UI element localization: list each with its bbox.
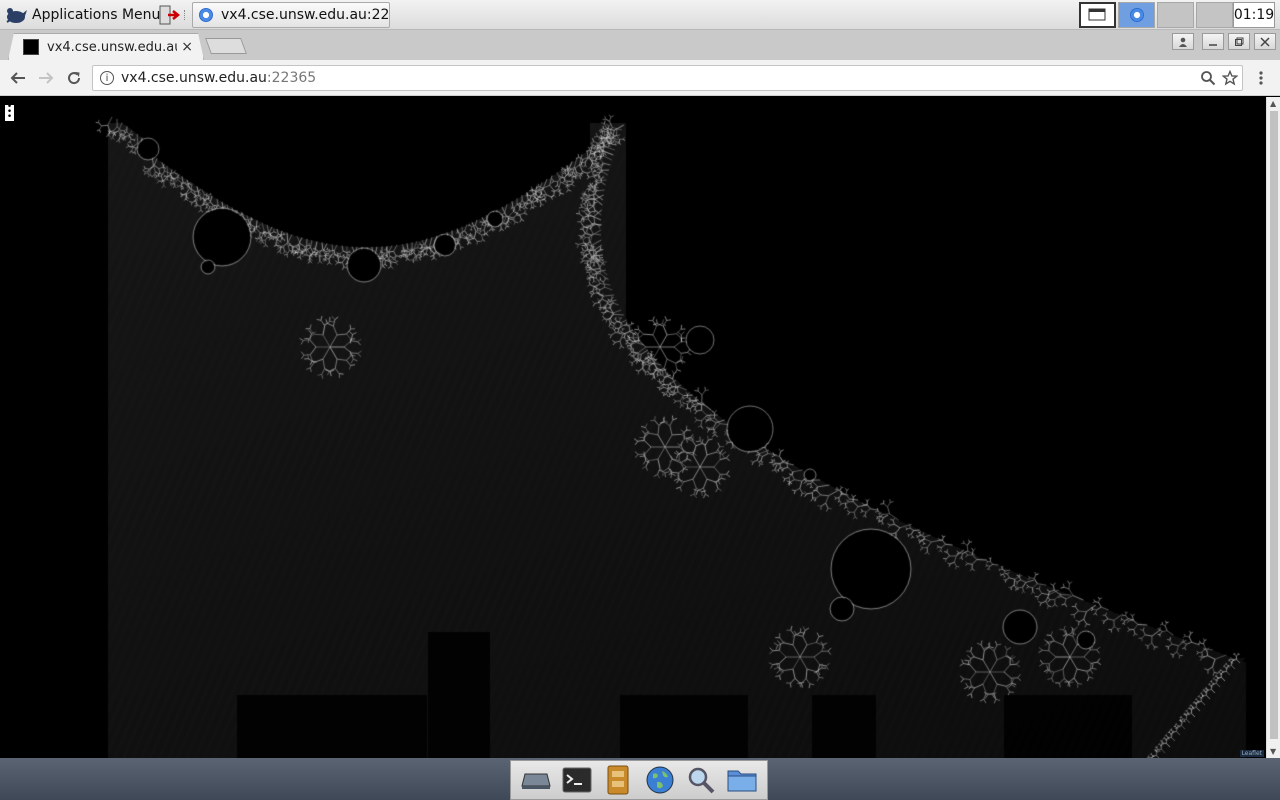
scroll-up-icon[interactable]: ▲: [1270, 99, 1276, 108]
page-viewport[interactable]: • • • Leaflet: [0, 97, 1266, 758]
mandelbrot-map-canvas[interactable]: [0, 97, 1266, 758]
tab-active[interactable]: vx4.cse.unsw.edu.au ×: [8, 33, 204, 60]
search-icon[interactable]: [685, 764, 717, 796]
panel-separator: [184, 10, 186, 20]
show-desktop-icon[interactable]: [520, 764, 552, 796]
bottom-panel: [0, 758, 1280, 800]
workspace-2[interactable]: [1118, 2, 1155, 28]
folder-icon[interactable]: [726, 764, 758, 796]
logout-icon[interactable]: [158, 5, 180, 25]
reload-button[interactable]: [63, 67, 85, 89]
minimize-window-button[interactable]: [1202, 33, 1224, 50]
web-browser-icon[interactable]: [644, 764, 676, 796]
new-tab-button[interactable]: [205, 38, 247, 54]
zoom-icon[interactable]: [1200, 70, 1216, 86]
address-bar[interactable]: i vx4.cse.unsw.edu.au:22365: [92, 65, 1243, 91]
workspace-pager: [1079, 2, 1233, 28]
browser-tab-strip: vx4.cse.unsw.edu.au ×: [0, 30, 1280, 60]
applications-menu-label: Applications Menu: [32, 7, 161, 23]
xfce-mouse-icon: [6, 8, 27, 23]
top-panel: Applications Menu vx4.cse.unsw.edu.au:22…: [0, 0, 1280, 30]
launcher-dock: [510, 760, 768, 800]
scroll-down-icon[interactable]: ▼: [1270, 747, 1276, 756]
site-info-icon[interactable]: i: [100, 71, 114, 85]
map-menu-toggle[interactable]: • • •: [5, 103, 14, 122]
reload-icon: [68, 72, 81, 85]
chrome-menu-icon[interactable]: [1255, 70, 1267, 86]
maximize-window-button[interactable]: [1228, 33, 1250, 50]
applications-menu-button[interactable]: Applications Menu: [2, 2, 166, 28]
taskbar-window-title: vx4.cse.unsw.edu.au:22...: [221, 7, 390, 23]
chrome-icon: [199, 8, 213, 22]
tab-favicon-icon: [23, 39, 39, 55]
back-arrow-icon: [10, 72, 25, 84]
back-button[interactable]: [7, 67, 29, 89]
browser-toolbar: i vx4.cse.unsw.edu.au:22365: [0, 60, 1280, 96]
workspace-1[interactable]: [1079, 2, 1116, 28]
url-port: :22365: [266, 70, 317, 86]
chrome-icon: [1129, 8, 1144, 22]
file-manager-icon[interactable]: [602, 764, 634, 796]
close-window-button[interactable]: [1254, 33, 1276, 50]
taskbar-window-button[interactable]: vx4.cse.unsw.edu.au:22...: [192, 2, 390, 28]
url-host: vx4.cse.unsw.edu.au: [121, 70, 267, 86]
window-thumbnail-icon: [1088, 8, 1106, 21]
map-attribution[interactable]: Leaflet: [1239, 750, 1264, 757]
tab-close-icon[interactable]: ×: [181, 39, 193, 55]
clock[interactable]: 01:19: [1233, 2, 1275, 28]
terminal-icon[interactable]: [561, 764, 593, 796]
profile-icon[interactable]: [1172, 33, 1194, 50]
workspace-3[interactable]: [1157, 2, 1194, 28]
tab-title: vx4.cse.unsw.edu.au: [47, 39, 177, 55]
scrollbar-thumb[interactable]: [1270, 111, 1278, 739]
forward-arrow-icon: [39, 72, 54, 84]
forward-button[interactable]: [35, 67, 57, 89]
workspace-4[interactable]: [1196, 2, 1233, 28]
bookmark-star-icon[interactable]: [1222, 70, 1238, 86]
vertical-scrollbar[interactable]: ▲ ▼: [1266, 97, 1280, 758]
